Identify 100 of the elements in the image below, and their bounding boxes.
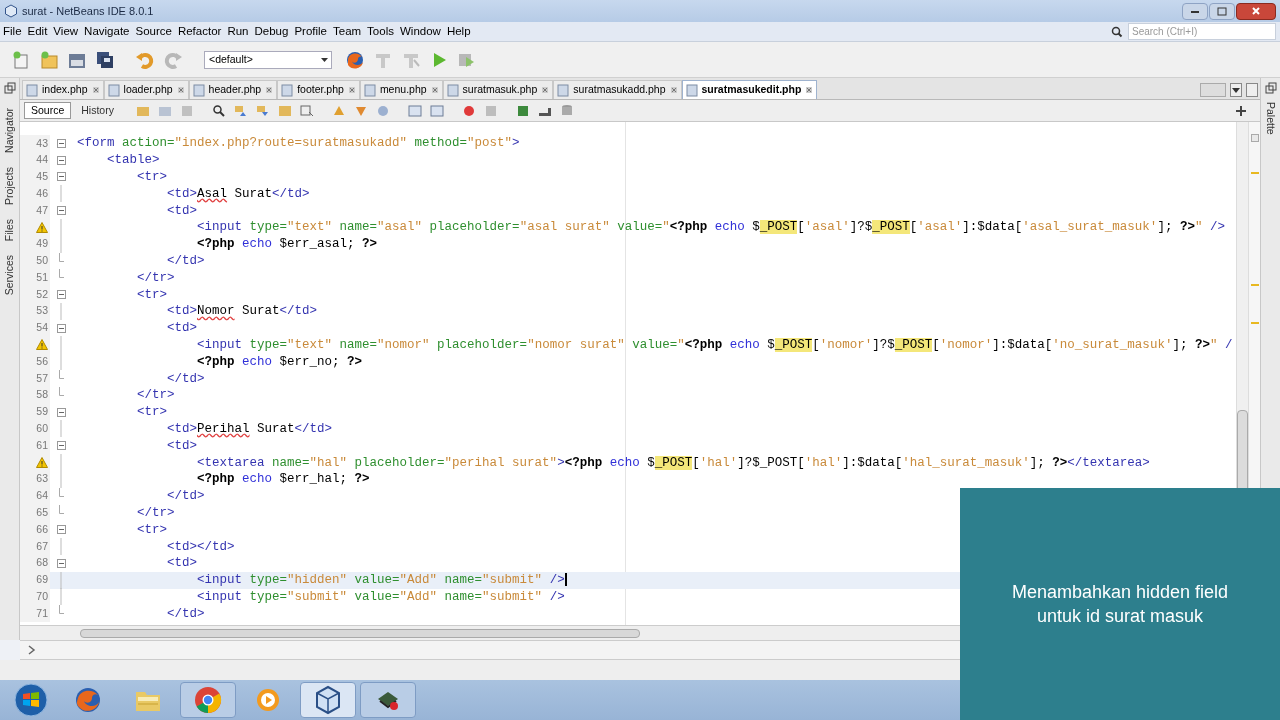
line-number: 61 <box>36 437 48 453</box>
menu-item[interactable]: Source <box>132 22 175 41</box>
line-number: 65 <box>36 505 48 521</box>
file-tab[interactable]: footer.php <box>277 80 360 99</box>
menu-item[interactable]: Profile <box>291 22 330 41</box>
menu-item[interactable]: Run <box>224 22 252 41</box>
close-icon[interactable] <box>176 86 185 94</box>
editor-mode-tab[interactable]: History <box>75 102 120 119</box>
close-icon[interactable] <box>265 86 274 94</box>
line-number: 47 <box>36 202 48 218</box>
line-number: 70 <box>36 589 48 605</box>
line-number: 53 <box>36 303 48 319</box>
line-number: 43 <box>36 135 48 151</box>
menu-item[interactable]: View <box>50 22 82 41</box>
line-number: 56 <box>36 353 48 369</box>
code-line: <td> <box>166 437 198 454</box>
menu-item[interactable]: Refactor <box>174 22 225 41</box>
menu-item[interactable]: Help <box>443 22 474 41</box>
php-file-icon <box>192 83 205 97</box>
menu-item[interactable]: Edit <box>24 22 51 41</box>
chevron-right-icon[interactable] <box>28 645 36 655</box>
minimize-icon <box>1190 8 1200 14</box>
line-number: 63 <box>36 471 48 487</box>
fold-toggle-icon[interactable] <box>56 407 66 417</box>
code-line: <textarea name="hal" placeholder="perihal surat"><?php echo $_POST['hal']?$_POST['hal']:$data['hal_surat_masuk']; ?></textarea> <box>196 454 1150 471</box>
menu-item[interactable]: Window <box>396 22 444 41</box>
code-line: <td> <box>166 555 198 572</box>
fold-toggle-icon[interactable] <box>56 558 66 568</box>
line-number: 67 <box>36 538 48 554</box>
show-tabs-button[interactable] <box>1230 83 1242 97</box>
code-line: <form action="index.php?route=suratmasukadd" method="post"> <box>77 135 520 152</box>
warning-icon[interactable] <box>36 339 48 351</box>
side-panel-tab[interactable]: Palette <box>1262 102 1279 135</box>
code-line: </tr> <box>136 387 175 404</box>
search-field[interactable]: Search (Ctrl+I) <box>1128 23 1276 40</box>
minimize-button[interactable] <box>1182 2 1208 20</box>
fold-toggle-icon[interactable] <box>56 323 66 333</box>
code-line: <input type="text" name="nomor" placeholder="nomor surat" value="<?php echo $_POST['nomor']?$_POST['nomor']:$data['no_surat_masuk']; ?>" / <box>196 336 1233 353</box>
php-file-icon <box>446 83 459 97</box>
line-number: 59 <box>36 404 48 420</box>
side-panel-tab[interactable]: Files <box>1 218 18 242</box>
close-icon[interactable] <box>91 86 100 94</box>
code-line: </td> <box>166 605 205 622</box>
close-icon[interactable] <box>541 86 550 94</box>
code-line: <?php echo $err_no; ?> <box>196 353 363 370</box>
menu-item[interactable]: Tools <box>364 22 397 41</box>
taskbar-button[interactable] <box>180 682 236 718</box>
search-icon <box>1111 25 1125 38</box>
close-icon[interactable] <box>430 86 439 94</box>
fold-toggle-icon[interactable] <box>56 441 66 451</box>
close-icon[interactable] <box>805 86 814 94</box>
file-tab[interactable]: suratmasuk.php <box>442 80 554 99</box>
code-line: </td> <box>166 488 205 505</box>
add-icon[interactable] <box>1236 105 1246 116</box>
fold-toggle-icon[interactable] <box>56 155 66 165</box>
code-line: <?php echo $err_asal; ?> <box>196 236 378 253</box>
taskbar-button[interactable] <box>300 682 356 718</box>
cube-icon <box>314 685 342 715</box>
window-restore-icon[interactable] <box>3 82 16 94</box>
line-number: 71 <box>36 605 48 621</box>
code-line: <?php echo $err_hal; ?> <box>196 471 370 488</box>
file-tab[interactable]: suratmasukadd.php <box>553 80 682 99</box>
warning-icon[interactable] <box>36 221 48 233</box>
close-icon[interactable] <box>669 86 678 94</box>
code-line: <td>Nomor Surat</td> <box>166 303 318 320</box>
editor-mode-tab[interactable]: Source <box>24 102 72 119</box>
code-line: </tr> <box>136 269 175 286</box>
close-icon <box>1251 6 1261 16</box>
file-tab[interactable]: index.php <box>22 80 104 99</box>
menu-item[interactable]: Team <box>330 22 365 41</box>
close-icon[interactable] <box>347 86 356 94</box>
window-restore-icon[interactable] <box>1264 82 1277 94</box>
menu-item[interactable]: Debug <box>251 22 292 41</box>
file-tab[interactable]: menu.php <box>359 80 443 99</box>
code-line: <tr> <box>136 521 167 538</box>
taskbar-button[interactable] <box>360 682 416 718</box>
side-panel-tab[interactable]: Navigator <box>1 108 18 153</box>
menu-item[interactable]: File <box>0 22 25 41</box>
play-icon <box>255 687 281 713</box>
file-tab[interactable]: header.php <box>188 80 278 99</box>
fold-toggle-icon[interactable] <box>56 206 66 216</box>
fold-toggle-icon[interactable] <box>56 290 66 300</box>
code-line: <td> <box>166 202 198 219</box>
fold-toggle-icon[interactable] <box>56 138 66 148</box>
close-button[interactable] <box>1236 2 1276 20</box>
line-number: 44 <box>36 152 48 168</box>
side-panel-tab[interactable]: Services <box>1 255 18 296</box>
fold-toggle-icon[interactable] <box>56 525 66 535</box>
fold-toggle-icon[interactable] <box>56 172 66 182</box>
maximize-icon <box>1217 6 1227 16</box>
file-tab[interactable]: suratmasukedit.php <box>681 80 818 99</box>
warning-icon[interactable] <box>36 457 48 469</box>
chrome-circle-icon <box>193 685 223 715</box>
code-line: <input type="submit" value="Add" name="submit" /> <box>196 588 565 605</box>
file-tab[interactable]: loader.php <box>103 80 189 99</box>
php-file-icon <box>685 83 698 97</box>
side-panel-tab[interactable]: Projects <box>1 166 18 205</box>
configuration-dropdown[interactable]: <default> <box>204 50 332 69</box>
menu-item[interactable]: Navigate <box>81 22 133 41</box>
code-line: <input type="hidden" value="Add" name="submit" /> <box>196 572 567 589</box>
